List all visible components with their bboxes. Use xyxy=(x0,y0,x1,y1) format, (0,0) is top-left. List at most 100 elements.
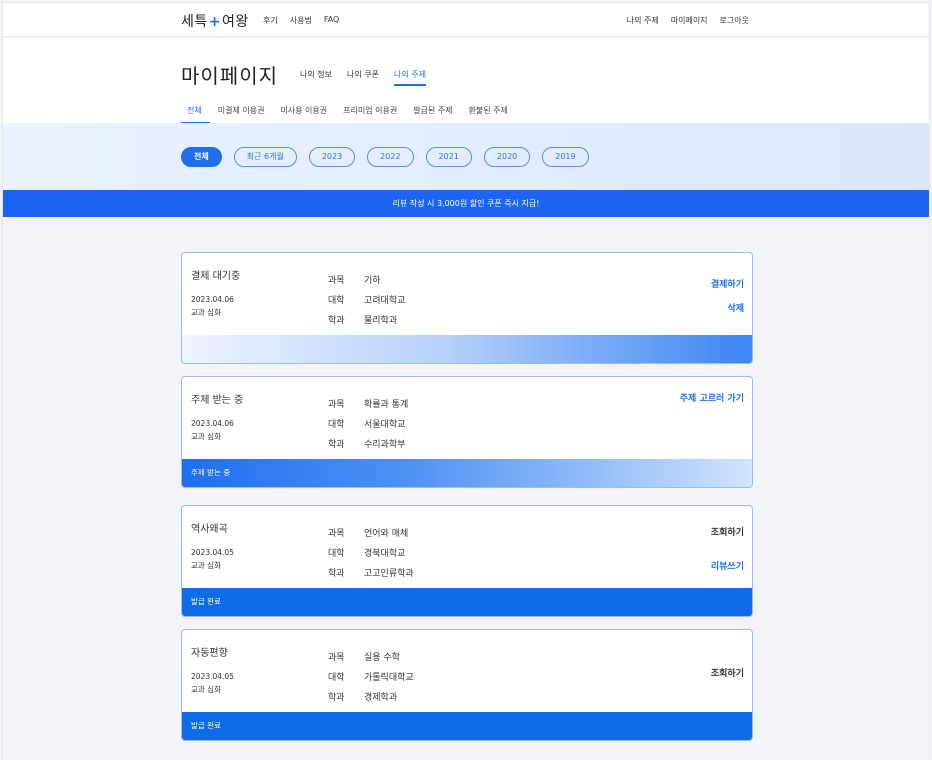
info-row-subject: 과목 실용 수학 xyxy=(328,646,414,666)
card-actions: 조회하기 xyxy=(711,630,744,714)
subject-label: 과목 xyxy=(328,399,345,410)
info-row-subject: 과목 확률과 통계 xyxy=(328,393,408,413)
tab-my-info[interactable]: 나의 정보 xyxy=(300,69,332,86)
subject-value: 실용 수학 xyxy=(364,652,400,663)
subject-value: 언어와 매체 xyxy=(364,528,409,539)
university-label: 대학 xyxy=(328,295,345,306)
subject-label: 과목 xyxy=(328,652,345,663)
university-label: 대학 xyxy=(328,672,345,683)
write-review-button[interactable]: 리뷰쓰기 xyxy=(711,559,744,572)
university-value: 고려대학교 xyxy=(364,295,406,306)
card-actions: 주제 고르러 가기 xyxy=(680,377,744,461)
info-row-department: 학과 수리과학부 xyxy=(328,433,408,453)
nav-reviews-link[interactable]: 후기 xyxy=(263,15,278,26)
university-label: 대학 xyxy=(328,419,345,430)
card-status-bar: 발급 완료 xyxy=(182,712,752,740)
info-row-department: 학과 물리학과 xyxy=(328,309,405,329)
card-date: 2023.04.05 xyxy=(191,548,234,557)
nav-mypage-link[interactable]: 마이페이지 xyxy=(671,15,708,26)
department-label: 학과 xyxy=(328,692,345,703)
info-row-subject: 과목 언어와 매체 xyxy=(328,522,414,542)
mypage-tabs: 나의 정보 나의 쿠폰 나의 주제 xyxy=(300,69,426,86)
card-info: 과목 기하 대학 고려대학교 학과 물리학과 xyxy=(328,269,405,329)
card-title: 결제 대기중 xyxy=(191,271,241,282)
sub-tab-issued[interactable]: 발급된 주제 xyxy=(405,105,460,124)
view-button[interactable]: 조회하기 xyxy=(711,666,744,679)
filter-2019-chip[interactable]: 2019 xyxy=(542,147,589,167)
info-row-subject: 과목 기하 xyxy=(328,269,405,289)
review-promo-banner[interactable]: 리뷰 작성 시 3,000원 할인 쿠폰 즉시 지급! xyxy=(3,190,929,217)
card-title: 역사왜곡 xyxy=(191,524,228,535)
info-row-department: 학과 고고인류학과 xyxy=(328,562,414,582)
nav-my-topics-link[interactable]: 나의 주제 xyxy=(627,15,659,26)
page-header: 마이페이지 나의 정보 나의 쿠폰 나의 주제 전체 미결제 이용권 미사용 이… xyxy=(3,38,929,124)
filter-6months-chip[interactable]: 최근 6개월 xyxy=(233,147,297,167)
card-status-bar: 주제 받는 중 xyxy=(182,459,752,487)
card-status-bar: 발급 완료 xyxy=(182,588,752,616)
card-title: 주제 받는 중 xyxy=(191,395,244,406)
university-value: 서울대학교 xyxy=(364,419,406,430)
sub-tab-all[interactable]: 전체 xyxy=(181,105,210,124)
page-title: 마이페이지 xyxy=(181,64,278,88)
tab-my-coupons[interactable]: 나의 쿠폰 xyxy=(347,69,379,86)
logo-plus: + xyxy=(208,14,221,30)
sub-tab-unpaid[interactable]: 미결제 이용권 xyxy=(210,105,273,124)
subject-value: 확률과 통계 xyxy=(364,399,409,410)
card-info: 과목 확률과 통계 대학 서울대학교 학과 수리과학부 xyxy=(328,393,408,453)
card-level: 교과 심화 xyxy=(191,432,221,441)
university-value: 경북대학교 xyxy=(364,548,406,559)
card-info: 과목 언어와 매체 대학 경북대학교 학과 고고인류학과 xyxy=(328,522,414,582)
department-label: 학과 xyxy=(328,439,345,450)
info-row-university: 대학 경북대학교 xyxy=(328,542,414,562)
info-row-department: 학과 경제학과 xyxy=(328,686,414,706)
card-info: 과목 실용 수학 대학 가톨릭대학교 학과 경제학과 xyxy=(328,646,414,706)
card-level: 교과 심화 xyxy=(191,685,221,694)
department-label: 학과 xyxy=(328,315,345,326)
topic-card: 역사왜곡 2023.04.05 교과 심화 과목 언어와 매체 대학 경북대학교 학… xyxy=(181,505,753,617)
filter-2023-chip[interactable]: 2023 xyxy=(308,147,356,167)
topic-card: 결제 대기중 2023.04.06 교과 심화 과목 기하 대학 고려대학교 학과 물… xyxy=(181,252,753,364)
nav-logout-link[interactable]: 로그아웃 xyxy=(720,15,749,26)
subject-value: 기하 xyxy=(364,275,381,286)
subject-label: 과목 xyxy=(328,528,345,539)
department-label: 학과 xyxy=(328,568,345,579)
logo-text-left: 세특 xyxy=(181,14,208,30)
filter-all-chip[interactable]: 전체 xyxy=(181,147,222,167)
filter-2021-chip[interactable]: 2021 xyxy=(425,147,472,167)
filter-2022-chip[interactable]: 2022 xyxy=(367,147,414,167)
card-date: 2023.04.06 xyxy=(191,295,234,304)
sub-tab-refunded[interactable]: 환불된 주제 xyxy=(461,105,516,124)
period-filters: 전체 최근 6개월 2023 2022 2021 2020 2019 xyxy=(181,147,589,167)
pay-button[interactable]: 결제하기 xyxy=(711,277,744,290)
department-value: 경제학과 xyxy=(364,692,398,703)
topic-card: 자동편향 2023.04.05 교과 심화 과목 실용 수학 대학 가톨릭대학교 학… xyxy=(181,629,753,741)
tab-my-topics[interactable]: 나의 주제 xyxy=(393,69,426,86)
topic-card: 주제 받는 중 2023.04.06 교과 심화 과목 확률과 통계 대학 서울대학… xyxy=(181,376,753,488)
card-level: 교과 심화 xyxy=(191,308,221,317)
info-row-university: 대학 서울대학교 xyxy=(328,413,408,433)
subject-label: 과목 xyxy=(328,275,345,286)
nav-faq-link[interactable]: FAQ xyxy=(324,15,340,26)
card-date: 2023.04.06 xyxy=(191,419,234,428)
info-row-university: 대학 가톨릭대학교 xyxy=(328,666,414,686)
view-button[interactable]: 조회하기 xyxy=(711,525,744,538)
nav-howto-link[interactable]: 사용법 xyxy=(290,15,312,26)
nav-right: 나의 주제 마이페이지 로그아웃 xyxy=(627,15,749,26)
university-value: 가톨릭대학교 xyxy=(364,672,414,683)
filter-2020-chip[interactable]: 2020 xyxy=(483,147,531,167)
department-value: 고고인류학과 xyxy=(364,568,414,579)
sub-tab-unused[interactable]: 미사용 이용권 xyxy=(272,105,335,124)
choose-topic-button[interactable]: 주제 고르러 가기 xyxy=(680,391,744,404)
nav-left: 후기 사용법 FAQ xyxy=(263,15,339,26)
university-label: 대학 xyxy=(328,548,345,559)
period-filter-band: 전체 최근 6개월 2023 2022 2021 2020 2019 xyxy=(3,123,929,190)
sub-tab-premium[interactable]: 프리미엄 이용권 xyxy=(335,105,405,124)
card-status-bar: 결제 대기 xyxy=(182,335,752,363)
card-actions: 조회하기 리뷰쓰기 xyxy=(711,506,744,590)
card-level: 교과 심화 xyxy=(191,561,221,570)
department-value: 수리과학부 xyxy=(364,439,406,450)
logo[interactable]: 세특+여왕 xyxy=(181,11,249,31)
topic-sub-tabs: 전체 미결제 이용권 미사용 이용권 프리미엄 이용권 발급된 주제 환불된 주… xyxy=(181,105,516,124)
logo-text-right: 여왕 xyxy=(222,14,249,30)
delete-button[interactable]: 삭제 xyxy=(727,301,744,314)
